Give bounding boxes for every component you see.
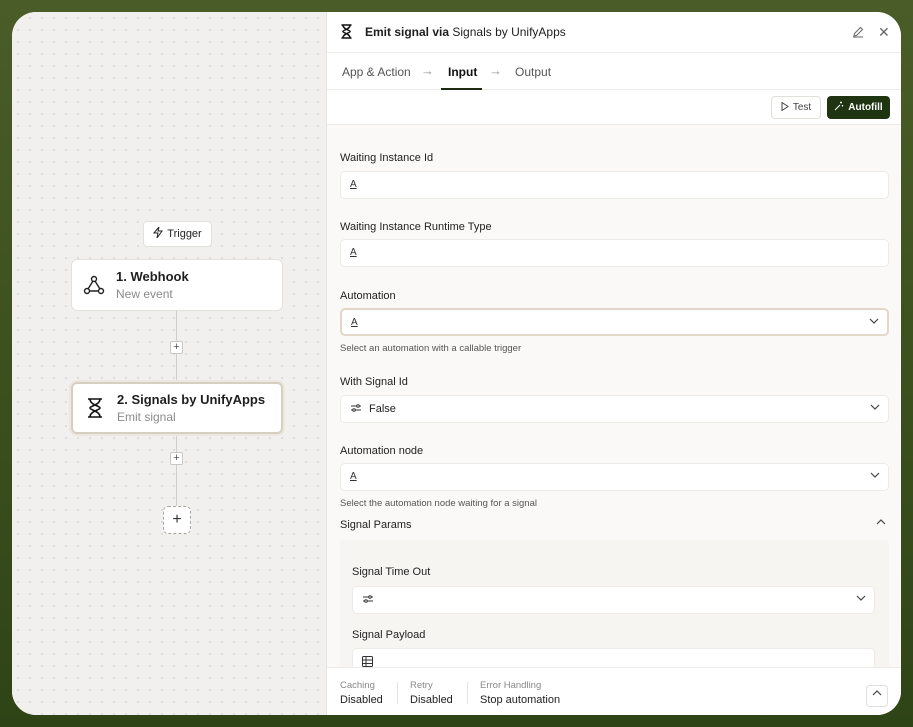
with-signal-id-select[interactable]: False bbox=[340, 395, 889, 423]
waiting-instance-id-label: Waiting Instance Id bbox=[340, 152, 434, 164]
chevron-down-icon[interactable] bbox=[869, 316, 879, 329]
panel-title-app: Signals by UnifyApps bbox=[452, 25, 566, 39]
edit-icon[interactable] bbox=[852, 25, 864, 43]
chevron-up-icon[interactable] bbox=[876, 517, 886, 530]
autofill-button[interactable]: Autofill bbox=[827, 96, 890, 119]
automation-help: Select an automation with a callable tri… bbox=[340, 343, 522, 354]
node-subtitle: Emit signal bbox=[117, 410, 176, 424]
toggle-options-icon bbox=[350, 403, 362, 416]
chevron-down-icon[interactable] bbox=[856, 593, 866, 606]
signal-params-section: Signal Time Out Signal Payload bbox=[340, 540, 889, 667]
tab-input[interactable]: Input bbox=[448, 65, 477, 79]
tab-app-action[interactable]: App & Action bbox=[342, 65, 411, 79]
webhook-icon bbox=[82, 273, 106, 297]
close-icon[interactable]: ✕ bbox=[878, 24, 890, 41]
field-value: False bbox=[369, 403, 396, 415]
chevron-down-icon[interactable] bbox=[870, 470, 880, 483]
setting-value: Stop automation bbox=[480, 694, 561, 706]
setting-key: Error Handling bbox=[480, 680, 542, 691]
test-label: Test bbox=[792, 102, 812, 113]
input-form: Waiting Instance Id A Waiting Instance R… bbox=[327, 125, 901, 667]
test-button[interactable]: Test bbox=[771, 96, 821, 119]
add-node-button[interactable]: + bbox=[163, 506, 191, 534]
autofill-label: Autofill bbox=[848, 102, 883, 113]
setting-value: Disabled bbox=[410, 694, 453, 706]
automation-node-help: Select the automation node waiting for a… bbox=[340, 498, 537, 509]
app-screen: Trigger 1. Webhook New event + 2. Signal… bbox=[12, 12, 901, 715]
play-icon bbox=[781, 101, 789, 114]
chevron-down-icon[interactable] bbox=[870, 402, 880, 415]
node-webhook[interactable]: 1. Webhook New event bbox=[71, 259, 283, 311]
text-type-icon: A bbox=[351, 317, 358, 328]
panel-toolbar: Test Autofill bbox=[327, 90, 901, 125]
hourglass-icon bbox=[340, 24, 353, 44]
panel-header: Emit signal via Signals by UnifyApps ✕ bbox=[327, 12, 901, 53]
runtime-type-input[interactable]: A bbox=[340, 239, 889, 267]
panel-title-action: Emit signal via bbox=[365, 25, 450, 39]
step-config-panel: Emit signal via Signals by UnifyApps ✕ A… bbox=[326, 12, 901, 715]
node-title: 1. Webhook bbox=[116, 269, 189, 284]
setting-key: Retry bbox=[410, 680, 433, 691]
connector-line bbox=[176, 436, 177, 506]
automation-node-select[interactable]: A bbox=[340, 463, 889, 491]
setting-key: Caching bbox=[340, 680, 375, 691]
runtime-type-label: Waiting Instance Runtime Type bbox=[340, 221, 492, 233]
tab-bar: App & Action → Input → Output bbox=[327, 53, 901, 90]
with-signal-id-label: With Signal Id bbox=[340, 376, 408, 388]
trigger-label: Trigger bbox=[167, 228, 202, 240]
text-type-icon: A bbox=[350, 179, 357, 190]
waiting-instance-id-input[interactable]: A bbox=[340, 171, 889, 199]
signal-time-out-label: Signal Time Out bbox=[352, 566, 431, 578]
chevron-up-icon bbox=[872, 690, 882, 696]
footer-divider bbox=[467, 682, 468, 704]
expand-footer-button[interactable] bbox=[866, 685, 888, 707]
magic-wand-icon bbox=[834, 101, 844, 114]
tab-output[interactable]: Output bbox=[515, 65, 551, 79]
text-type-icon: A bbox=[350, 247, 357, 258]
table-icon bbox=[362, 656, 373, 667]
panel-footer: Caching Disabled Retry Disabled Error Ha… bbox=[327, 667, 901, 715]
lightning-icon bbox=[153, 226, 164, 241]
signal-params-header[interactable]: Signal Params bbox=[340, 519, 412, 531]
arrow-right-icon: → bbox=[421, 63, 434, 78]
hourglass-icon bbox=[83, 396, 107, 420]
automation-node-label: Automation node bbox=[340, 445, 424, 457]
workflow-canvas[interactable]: Trigger 1. Webhook New event + 2. Signal… bbox=[12, 12, 326, 715]
footer-divider bbox=[397, 682, 398, 704]
automation-select[interactable]: A bbox=[340, 308, 889, 336]
add-step-button[interactable]: + bbox=[170, 452, 183, 465]
signal-payload-label: Signal Payload bbox=[352, 629, 426, 641]
arrow-right-icon: → bbox=[489, 63, 502, 78]
node-signals[interactable]: 2. Signals by UnifyApps Emit signal bbox=[71, 382, 283, 434]
panel-title: Emit signal via Signals by UnifyApps bbox=[365, 25, 566, 39]
toggle-options-icon bbox=[362, 594, 374, 607]
setting-value: Disabled bbox=[340, 694, 383, 706]
trigger-pill[interactable]: Trigger bbox=[143, 221, 212, 247]
node-title: 2. Signals by UnifyApps bbox=[117, 392, 266, 407]
error-handling-setting[interactable]: Error Handling Stop automation bbox=[480, 680, 560, 706]
automation-label: Automation bbox=[340, 290, 396, 302]
caching-setting[interactable]: Caching Disabled bbox=[340, 680, 383, 706]
signal-payload-input[interactable] bbox=[352, 648, 875, 667]
retry-setting[interactable]: Retry Disabled bbox=[410, 680, 453, 706]
signal-time-out-select[interactable] bbox=[352, 586, 875, 614]
node-subtitle: New event bbox=[116, 287, 173, 301]
add-step-button[interactable]: + bbox=[170, 341, 183, 354]
text-type-icon: A bbox=[350, 471, 357, 482]
